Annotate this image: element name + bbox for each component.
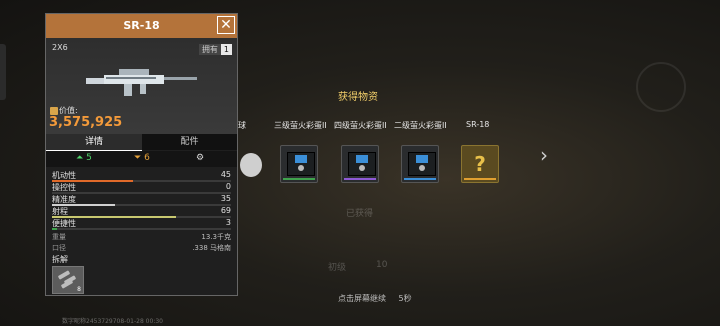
mod-up-count: 5 (86, 153, 92, 163)
stat-value: 0 (225, 182, 231, 191)
reward-header: 球 (238, 121, 246, 130)
weight-row: 重量 13.3千克 (46, 232, 237, 243)
item-detail-panel: SR-18 ✕ 2X6 拥有 1 价值: 3,575,925 详情 配件 ⏶ 5 … (45, 13, 238, 296)
countdown-text: 5秒 (398, 294, 412, 303)
rarity-bar (464, 178, 496, 180)
stat-row: 精准度 35 (46, 194, 237, 206)
crate-icon (408, 152, 436, 176)
question-mark-icon: ? (474, 152, 486, 176)
reward-item-slot[interactable] (341, 145, 379, 183)
stat-row: 射程 69 (46, 206, 237, 218)
stat-row: 便捷性 3 (46, 218, 237, 230)
rifle-icon (86, 69, 197, 96)
stat-fill (52, 228, 58, 230)
owned-badge: 拥有 1 (198, 44, 232, 55)
disassemble-part-slot[interactable]: 8 (52, 266, 84, 294)
bullet-icon (60, 279, 74, 289)
ghost-label: 初级 (328, 263, 347, 273)
stat-row: 机动性 45 (46, 170, 237, 182)
disassemble-label: 拆解 (52, 255, 68, 264)
stat-value: 69 (220, 206, 231, 215)
coin-icon (50, 107, 58, 115)
wrench-icon[interactable]: ⚙ (196, 153, 204, 163)
continue-hint-text: 点击屏幕继续 (338, 294, 386, 303)
double-chevron-up-icon: ⏶ (76, 153, 84, 163)
reward-item-slot[interactable] (280, 145, 318, 183)
stat-value: 35 (220, 194, 231, 203)
crate-icon (348, 152, 376, 176)
reward-header: SR-18 (466, 120, 490, 129)
reward-header: 三级萤火彩蛋II (274, 121, 327, 130)
rarity-bar (283, 178, 315, 180)
price-value: 3,575,925 (49, 115, 123, 130)
part-count: 8 (77, 286, 81, 293)
egg-icon (240, 153, 262, 177)
mod-summary: ⏶ 5 ⏷ 6 ⚙ (46, 151, 237, 167)
chevron-right-icon[interactable]: › (540, 143, 548, 167)
tab-detail[interactable]: 详情 (46, 134, 142, 151)
close-icon[interactable]: ✕ (217, 16, 235, 34)
mod-up: ⏶ 5 (76, 153, 92, 163)
stat-list: 机动性 45 操控性 0 精准度 35 射程 69 便捷性 3 (46, 170, 237, 230)
stat-value: 3 (225, 218, 231, 227)
side-drawer-handle[interactable] (0, 44, 6, 100)
caliber-row: 口径 .338 马格南 (46, 243, 237, 254)
info-value: 13.3千克 (201, 233, 231, 241)
mod-down-count: 6 (144, 153, 150, 163)
watermark: 数字昵称2453729708-01-28 00:30 (62, 318, 163, 325)
panel-header: SR-18 ✕ (46, 14, 237, 38)
reward-item-slot[interactable] (240, 145, 278, 183)
reward-header: 四级萤火彩蛋II (334, 121, 387, 130)
emblem-icon (636, 62, 686, 112)
tab-parts[interactable]: 配件 (142, 134, 237, 150)
ghost-label: 已获得 (346, 209, 374, 219)
info-name: 重量 (52, 233, 66, 241)
item-title: SR-18 (123, 19, 160, 32)
double-chevron-down-icon: ⏷ (134, 153, 142, 163)
detail-tabs: 详情 配件 (46, 134, 237, 151)
info-name: 口径 (52, 244, 66, 252)
scope-label: 2X6 (52, 43, 68, 52)
reward-title: 获得物资 (338, 92, 378, 103)
mod-down: ⏷ 6 (134, 153, 150, 163)
reward-item-slot[interactable] (401, 145, 439, 183)
rarity-bar (344, 178, 376, 180)
reward-header: 二级萤火彩蛋II (394, 121, 447, 130)
stat-value: 45 (220, 170, 231, 179)
rarity-bar (404, 178, 436, 180)
owned-label: 拥有 (198, 44, 221, 55)
crate-icon (287, 152, 315, 176)
ghost-label: 10 (376, 260, 388, 270)
owned-count: 1 (220, 44, 232, 55)
stat-row: 操控性 0 (46, 182, 237, 194)
item-hero: 2X6 拥有 1 价值: 3,575,925 (46, 38, 237, 134)
continue-hint: 点击屏幕继续 5秒 (338, 293, 412, 304)
reward-item-slot[interactable]: ? (461, 145, 499, 183)
info-value: .338 马格南 (192, 244, 231, 252)
